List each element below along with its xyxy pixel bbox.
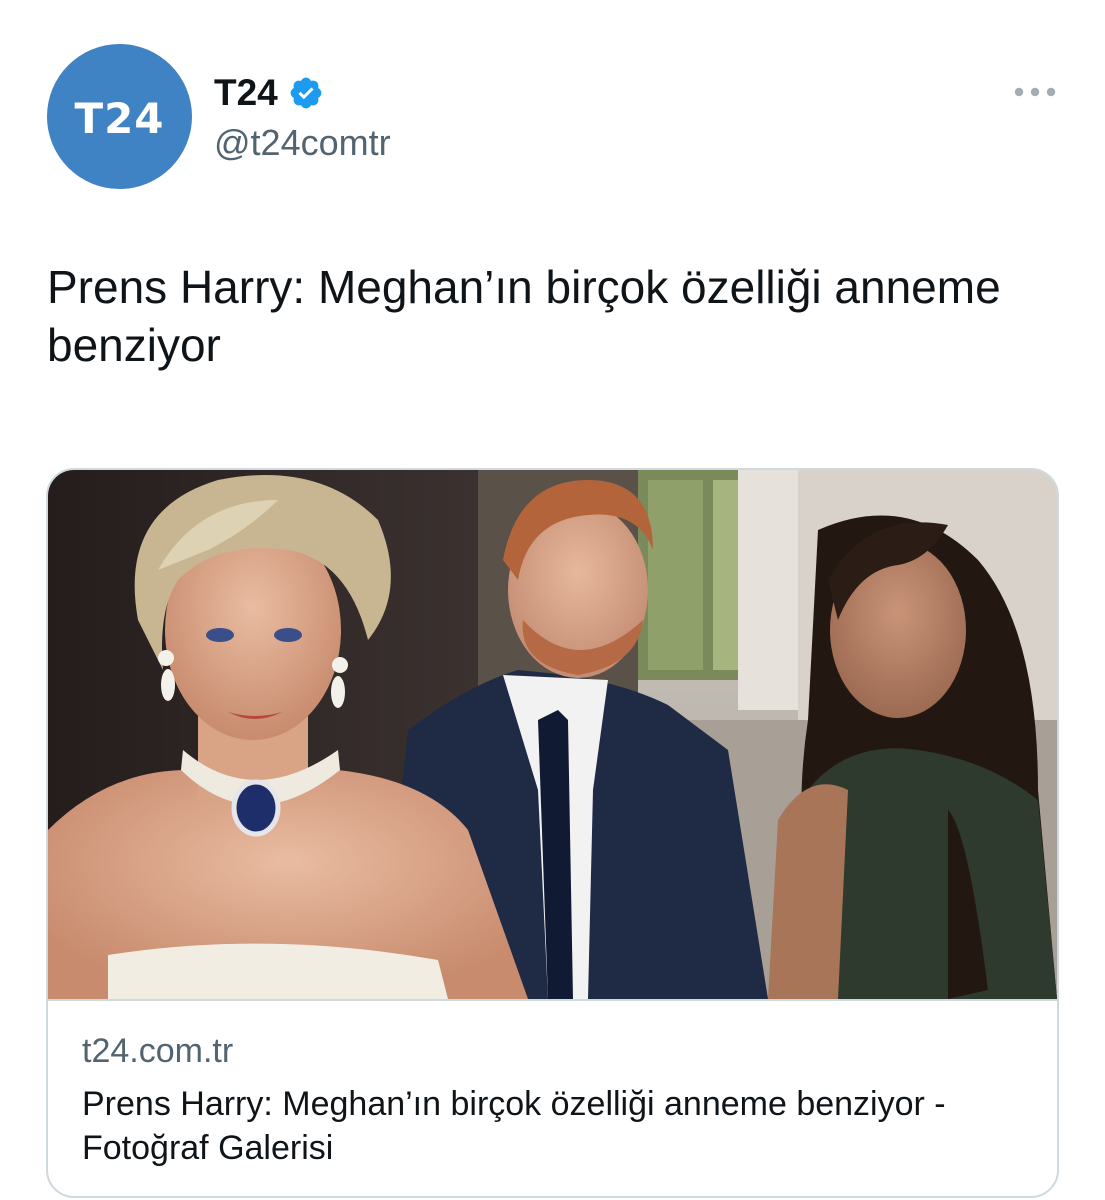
link-preview-card[interactable]: t24.com.tr Prens Harry: Meghan’ın birçok…: [46, 468, 1059, 1198]
author-name-row[interactable]: T24: [214, 70, 324, 116]
card-image[interactable]: [48, 470, 1057, 1001]
more-options-button[interactable]: [1005, 72, 1065, 112]
display-name[interactable]: T24: [214, 72, 278, 114]
tweet-text: Prens Harry: Meghan’ın birçok özelliği a…: [47, 261, 1001, 371]
verified-badge-icon: [288, 75, 324, 111]
more-options-icon: [1013, 86, 1057, 98]
card-title[interactable]: Prens Harry: Meghan’ın birçok özelliği a…: [82, 1082, 1022, 1170]
tweet: T24 T24 @t24comtr Prens Harry: Meghan’ın…: [0, 0, 1105, 1200]
card-domain[interactable]: t24.com.tr: [82, 1032, 233, 1071]
avatar-logo-text: T24: [74, 94, 165, 143]
avatar[interactable]: T24: [47, 44, 192, 189]
handle[interactable]: @t24comtr: [214, 122, 391, 164]
